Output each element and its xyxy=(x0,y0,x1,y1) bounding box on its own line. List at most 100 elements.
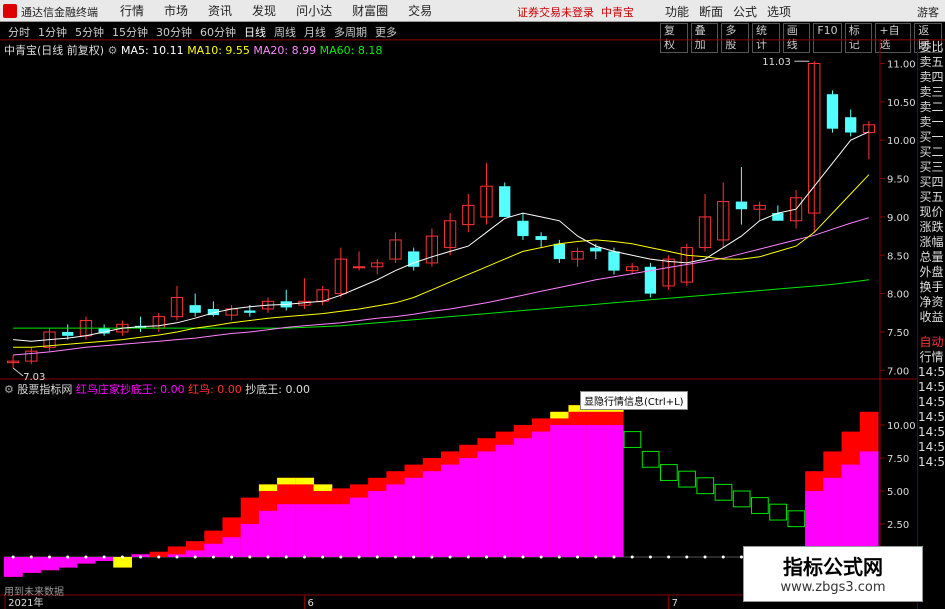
magenta-bar xyxy=(313,504,333,557)
price-tick-label: 7.50 xyxy=(887,328,909,339)
zero-dot xyxy=(157,555,161,559)
magenta-bar xyxy=(258,510,278,557)
zero-dot xyxy=(448,555,452,559)
zero-dot xyxy=(11,555,15,559)
zero-dot xyxy=(648,555,652,559)
zero-dot xyxy=(339,555,343,559)
magenta-bar xyxy=(240,524,260,557)
candle-down xyxy=(189,305,201,313)
magenta-bar xyxy=(331,504,351,557)
quote-label: 买二 xyxy=(919,145,944,159)
magenta-bar xyxy=(40,557,60,571)
quote-label: 总量 xyxy=(919,250,944,264)
price-tick-label: 8.50 xyxy=(887,251,909,262)
quote-label: 买五 xyxy=(919,190,944,204)
tick-time: 14:50 xyxy=(918,395,945,409)
main-chart[interactable]: 11.0010.5010.009.509.008.508.007.507.00 … xyxy=(0,0,945,609)
magenta-bar xyxy=(604,425,624,557)
tick-time: 14:50 xyxy=(918,365,945,379)
green-box xyxy=(623,431,642,448)
quote-label: 卖二 xyxy=(919,100,944,114)
watermark-title: 指标公式网 xyxy=(783,555,883,579)
date-label: 6 xyxy=(307,598,313,609)
zero-dot xyxy=(630,555,634,559)
price-tick-label: 10.50 xyxy=(887,98,916,109)
sub-tick-label: 2.50 xyxy=(887,520,909,531)
candle-down xyxy=(62,331,74,336)
zero-dot xyxy=(557,555,561,559)
zero-dot xyxy=(539,555,543,559)
zero-dot xyxy=(211,555,215,559)
zero-dot xyxy=(612,555,616,559)
candle-down xyxy=(608,251,620,271)
green-box xyxy=(696,477,715,495)
quote-label: 外盘 xyxy=(919,265,944,279)
zero-dot xyxy=(485,555,489,559)
zero-dot xyxy=(430,555,434,559)
magenta-bar xyxy=(550,425,569,557)
low-label: 7.03 xyxy=(23,372,45,383)
candle-down xyxy=(735,201,748,210)
candle-down xyxy=(826,94,839,129)
quote-tab[interactable]: 行情 xyxy=(918,350,945,365)
ma60-line xyxy=(13,279,869,329)
price-tick-label: 10.00 xyxy=(887,136,916,147)
zero-dot xyxy=(321,555,325,559)
zero-dot xyxy=(29,555,33,559)
date-label: 7 xyxy=(672,598,678,609)
zero-dot xyxy=(357,555,361,559)
magenta-bar xyxy=(459,458,478,557)
yellow-bar xyxy=(550,411,569,419)
quote-label: 净资 xyxy=(919,295,944,309)
price-axis: 11.00 10.50 10.00 9.50 9.00 8.50 8.00 7.50 7.00 xyxy=(880,60,916,377)
auto-button[interactable]: 自动 xyxy=(918,335,945,350)
quote-label: 卖一 xyxy=(919,115,944,129)
ma10-line xyxy=(13,174,870,348)
green-box xyxy=(751,497,769,514)
yellow-bar xyxy=(113,557,132,568)
candle-down xyxy=(772,213,784,221)
zero-dot xyxy=(721,555,725,559)
magenta-bar xyxy=(58,557,78,568)
price-tick-label: 11.00 xyxy=(887,60,916,71)
quote-label: 卖四 xyxy=(919,70,944,84)
zero-dot xyxy=(139,555,143,559)
tick-time: 14:50 xyxy=(918,380,945,394)
green-box xyxy=(769,503,787,521)
zero-dot xyxy=(230,555,234,559)
tick-time: 14:50 xyxy=(918,455,945,469)
candles xyxy=(6,61,876,369)
zero-dot xyxy=(284,555,288,559)
moving-averages xyxy=(13,131,870,356)
quote-label: 换手 xyxy=(919,280,944,294)
green-box xyxy=(732,490,751,508)
watermark: 指标公式网 www.zbgs3.com xyxy=(743,546,923,602)
quote-label: 卖五 xyxy=(919,55,944,69)
magenta-bar xyxy=(368,491,387,557)
zero-dot xyxy=(521,555,525,559)
candle-down xyxy=(590,247,602,252)
tick-time: 14:50 xyxy=(918,440,945,454)
sub-tick-label: 10.00 xyxy=(887,421,916,432)
yellow-bar xyxy=(258,484,278,491)
tick-time: 14:50 xyxy=(918,410,945,424)
magenta-bar xyxy=(295,504,315,557)
zero-dot xyxy=(175,555,179,559)
magenta-bar xyxy=(386,484,406,557)
price-tick-label: 9.50 xyxy=(887,175,909,186)
quote-label: 委比 xyxy=(919,40,944,54)
candle-down xyxy=(845,117,857,133)
yellow-bar xyxy=(313,484,333,491)
toggle-quote-tooltip: 显隐行情信息(Ctrl+L) xyxy=(580,391,688,410)
magenta-bar xyxy=(404,477,424,557)
quote-label: 涨跌 xyxy=(919,220,944,234)
yellow-bar xyxy=(295,477,315,485)
watermark-url: www.zbgs3.com xyxy=(780,580,886,595)
zero-dot xyxy=(375,555,379,559)
green-box xyxy=(678,470,696,488)
sub-axis: 10.007.505.002.500.00 xyxy=(880,421,916,564)
green-box xyxy=(660,464,678,481)
quote-label: 买四 xyxy=(919,175,944,189)
candle-up xyxy=(352,266,366,269)
candle-down xyxy=(535,236,547,240)
